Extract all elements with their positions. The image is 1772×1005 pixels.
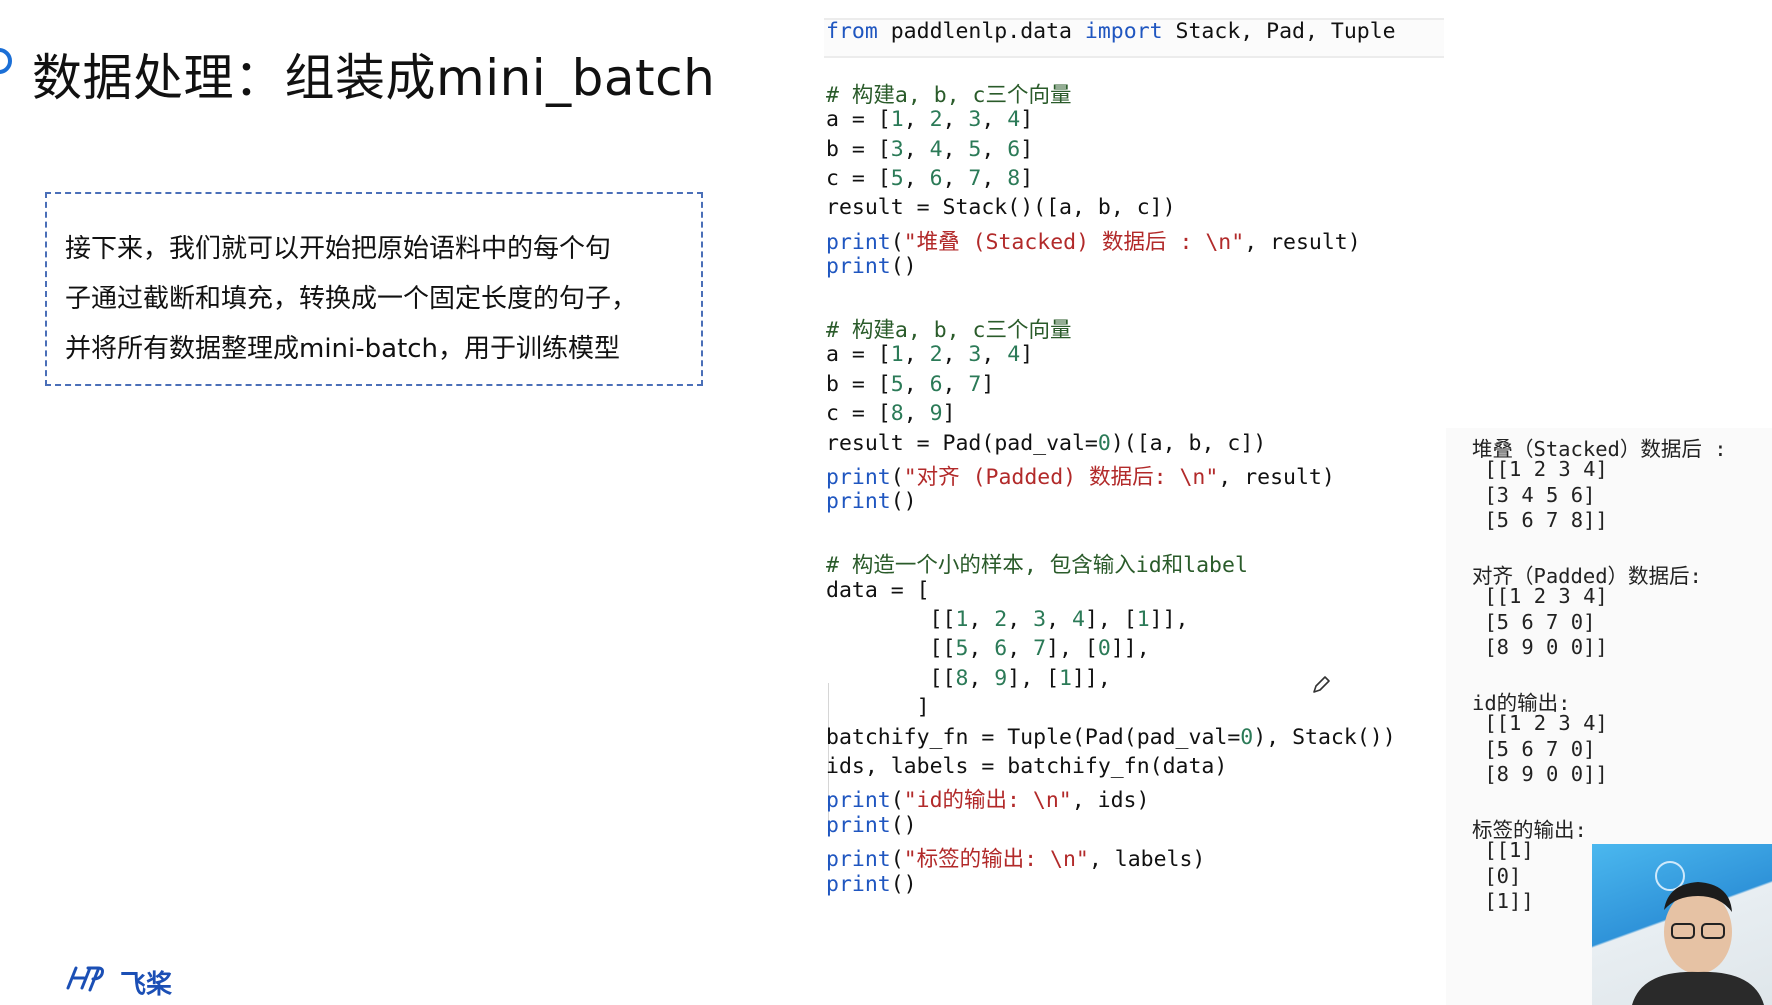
output-line: [[1 2 3 4] [1472,711,1608,736]
code-line[interactable]: c = [5, 6, 7, 8] [826,166,1033,191]
code-line[interactable]: [[8, 9], [1]], [826,666,1111,691]
code-line[interactable]: c = [8, 9] [826,401,955,426]
code-line[interactable]: print() [826,872,917,897]
code-line[interactable]: b = [3, 4, 5, 6] [826,137,1033,162]
title-bullet-icon [0,48,12,74]
paddle-logo-icon [66,966,104,992]
output-line: [5 6 7 0] [1472,736,1596,761]
code-line[interactable]: [[1, 2, 3, 4], [1]], [826,607,1189,632]
code-line[interactable]: print("堆叠 (Stacked) 数据后 : \n", result) [826,225,1361,256]
code-line[interactable]: [[5, 6, 7], [0]], [826,636,1150,661]
code-line[interactable]: print() [826,254,917,279]
code-line[interactable]: print("id的输出: \n", ids) [826,783,1149,814]
logo-text: 飞桨 [120,970,173,1000]
code-line[interactable]: print() [826,489,917,514]
code-line[interactable]: a = [1, 2, 3, 4] [826,107,1033,132]
output-line: [0] [1472,863,1522,888]
output-line: [5 6 7 0] [1472,609,1596,634]
output-line: [[1] [1472,838,1534,863]
code-line[interactable]: ] [826,695,930,720]
code-editor[interactable]: from paddlenlp.data import Stack, Pad, T… [824,14,1444,1005]
description-line: 接下来，我们就可以开始把原始语料中的每个句 [65,234,612,264]
code-line[interactable]: result = Stack()([a, b, c]) [826,195,1176,220]
code-line[interactable]: print() [826,813,917,838]
output-line: [8 9 0 0]] [1472,762,1608,787]
description-box: 接下来，我们就可以开始把原始语料中的每个句 子通过截断和填充，转换成一个固定长度… [45,192,703,386]
output-line: [3 4 5 6] [1472,482,1596,507]
code-line[interactable]: # 构造一个小的样本, 包含输入id和label [826,548,1248,579]
code-line[interactable]: print("标签的输出: \n", labels) [826,842,1205,873]
code-line[interactable]: data = [ [826,578,930,603]
output-line: [5 6 7 8]] [1472,508,1608,533]
output-line: [[1 2 3 4] [1472,457,1608,482]
code-line[interactable]: from paddlenlp.data import Stack, Pad, T… [826,19,1396,44]
output-line: [8 9 0 0]] [1472,635,1608,660]
code-line[interactable]: batchify_fn = Tuple(Pad(pad_val=0), Stac… [826,725,1396,750]
code-line[interactable]: result = Pad(pad_val=0)([a, b, c]) [826,431,1266,456]
pencil-cursor-icon [1313,676,1330,693]
code-line[interactable]: ids, labels = batchify_fn(data) [826,754,1227,779]
code-line[interactable]: # 构建a, b, c三个向量 [826,313,1072,344]
code-line[interactable]: b = [5, 6, 7] [826,372,994,397]
slide-title: 数据处理：组装成mini_batch [32,49,716,107]
code-line[interactable]: # 构建a, b, c三个向量 [826,78,1072,109]
output-line: [1]] [1472,889,1534,914]
description-line: 子通过截断和填充，转换成一个固定长度的句子， [65,284,638,314]
code-line[interactable]: print("对齐 (Padded) 数据后: \n", result) [826,460,1335,491]
presenter-webcam [1592,844,1772,1005]
description-line: 并将所有数据整理成mini-batch，用于训练模型 [65,334,621,364]
code-line[interactable]: a = [1, 2, 3, 4] [826,342,1033,367]
output-line: [[1 2 3 4] [1472,584,1608,609]
